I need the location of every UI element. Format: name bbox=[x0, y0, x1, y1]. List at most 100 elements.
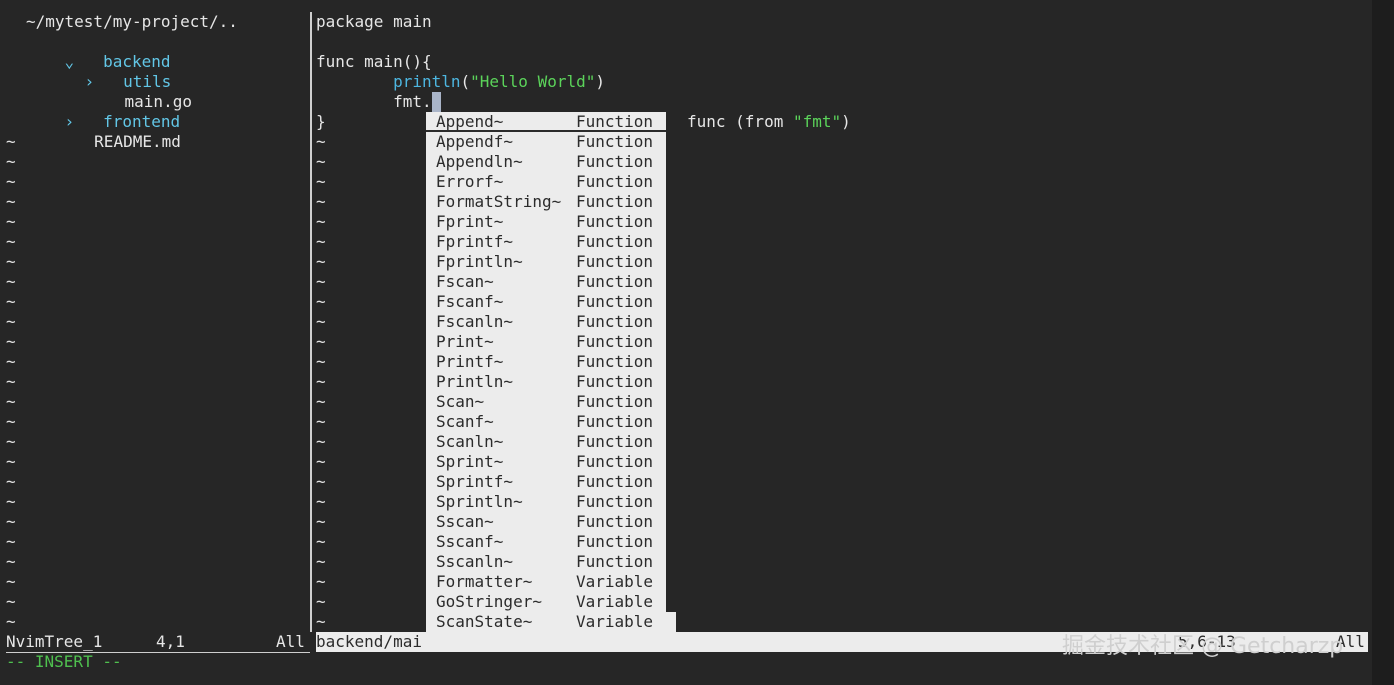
empty-line-marker: ~ bbox=[6, 472, 16, 491]
completion-item[interactable]: Fscanf~ Function bbox=[426, 292, 666, 312]
completion-item[interactable]: Fscan~ Function bbox=[426, 272, 666, 292]
empty-line-marker: ~ bbox=[316, 132, 326, 151]
completion-menu[interactable]: Append~ Function Appendf~ Function Appendln~… bbox=[426, 112, 676, 652]
completion-item[interactable]: Sscanln~ Function bbox=[426, 552, 666, 572]
fmt-text: fmt. bbox=[393, 92, 432, 111]
completion-item-name: Sscan~ bbox=[436, 512, 494, 531]
completion-item[interactable]: GoStringer~ Variable bbox=[426, 592, 666, 612]
completion-item-name: Sprintf~ bbox=[436, 472, 514, 491]
completion-item[interactable]: Sprintln~ Function bbox=[426, 492, 666, 512]
watermark: 掘金技术社区 @ Getcharzp bbox=[1062, 634, 1344, 659]
empty-line-marker: ~ bbox=[6, 532, 16, 551]
empty-line-marker: ~ bbox=[316, 592, 326, 611]
empty-line-marker: ~ bbox=[6, 452, 16, 471]
tree-item-backend[interactable]: ⌄ backend bbox=[26, 32, 171, 71]
empty-line-marker: ~ bbox=[6, 392, 16, 411]
completion-item[interactable]: Sscanf~ Function bbox=[426, 532, 666, 552]
completion-item[interactable]: Errorf~ Function bbox=[426, 172, 666, 192]
completion-item[interactable]: Printf~ Function bbox=[426, 352, 666, 372]
empty-line-marker: ~ bbox=[6, 132, 16, 151]
cursor-position: 4,1 bbox=[156, 632, 185, 651]
empty-line-marker: ~ bbox=[316, 252, 326, 271]
code-line-6: } bbox=[316, 112, 326, 131]
completion-item[interactable]: FormatString~ Function bbox=[426, 192, 666, 212]
tree-item-readme[interactable]: README.md bbox=[46, 112, 181, 151]
empty-line-marker: ~ bbox=[6, 512, 16, 531]
completion-item-kind: Function bbox=[576, 532, 654, 551]
tree-root-path[interactable]: ~/mytest/my-project/.. bbox=[26, 12, 238, 32]
completion-item[interactable]: Scanf~ Function bbox=[426, 412, 666, 432]
tree-statusline: NvimTree_1 4,1 All bbox=[6, 632, 310, 653]
completion-item[interactable]: Fprintln~ Function bbox=[426, 252, 666, 272]
completion-item-name: Errorf~ bbox=[436, 172, 504, 191]
empty-line-marker: ~ bbox=[316, 512, 326, 531]
empty-line-marker: ~ bbox=[316, 152, 326, 171]
empty-line-marker: ~ bbox=[6, 272, 16, 291]
completion-item[interactable]: ScanState~ Variable bbox=[426, 612, 676, 632]
empty-line-marker: ~ bbox=[6, 552, 16, 571]
completion-item[interactable]: Scan~ Function bbox=[426, 392, 666, 412]
empty-line-marker: ~ bbox=[6, 372, 16, 391]
completion-item-kind: Function bbox=[576, 192, 654, 211]
empty-line-marker: ~ bbox=[316, 312, 326, 331]
completion-item[interactable]: Appendf~ Function bbox=[426, 132, 666, 152]
empty-line-marker: ~ bbox=[316, 472, 326, 491]
empty-line-marker: ~ bbox=[6, 252, 16, 271]
completion-item-name: Sscanln~ bbox=[436, 552, 514, 571]
completion-item[interactable]: Sscan~ Function bbox=[426, 512, 666, 532]
empty-line-marker: ~ bbox=[316, 172, 326, 191]
tree-item-main-go[interactable]: main.go bbox=[86, 72, 192, 111]
completion-item-name: Appendln~ bbox=[436, 152, 523, 171]
completion-item[interactable]: Formatter~ Variable bbox=[426, 572, 666, 592]
empty-line-marker: ~ bbox=[316, 232, 326, 251]
completion-item-kind: Function bbox=[576, 512, 654, 531]
completion-item-name: Println~ bbox=[436, 372, 514, 391]
file-path: backend/mai bbox=[316, 632, 422, 651]
completion-item-name: Formatter~ bbox=[436, 572, 533, 591]
mode-indicator: -- INSERT -- bbox=[6, 652, 122, 671]
completion-item-kind: Function bbox=[576, 452, 654, 471]
completion-item-name: Appendf~ bbox=[436, 132, 514, 151]
window-separator[interactable] bbox=[310, 12, 312, 632]
empty-line-marker: ~ bbox=[316, 492, 326, 511]
completion-item-name: ScanState~ bbox=[436, 612, 533, 631]
empty-line-marker: ~ bbox=[6, 592, 16, 611]
code-line-5: fmt. bbox=[316, 92, 441, 112]
text-cursor bbox=[431, 92, 441, 112]
completion-item[interactable]: Fprintf~ Function bbox=[426, 232, 666, 252]
completion-item[interactable]: Println~ Function bbox=[426, 372, 666, 392]
string-literal: "Hello World" bbox=[470, 72, 596, 91]
tree-item-frontend[interactable]: › frontend bbox=[26, 92, 181, 131]
completion-item[interactable]: Scanln~ Function bbox=[426, 432, 666, 452]
completion-item[interactable]: Append~ Function bbox=[426, 112, 666, 132]
completion-item-name: Sscanf~ bbox=[436, 532, 504, 551]
completion-item[interactable]: Fscanln~ Function bbox=[426, 312, 666, 332]
empty-line-marker: ~ bbox=[316, 552, 326, 571]
completion-item-kind: Function bbox=[576, 152, 654, 171]
empty-line-marker: ~ bbox=[6, 572, 16, 591]
completion-item[interactable]: Print~ Function bbox=[426, 332, 666, 352]
completion-item[interactable]: Fprint~ Function bbox=[426, 212, 666, 232]
empty-line-marker: ~ bbox=[316, 532, 326, 551]
println-call: println bbox=[393, 72, 461, 91]
tree-item-utils[interactable]: › utils bbox=[46, 52, 172, 91]
completion-item-name: Fscanln~ bbox=[436, 312, 514, 331]
empty-line-marker: ~ bbox=[6, 432, 16, 451]
empty-line-marker: ~ bbox=[6, 352, 16, 371]
completion-item-kind: Function bbox=[576, 172, 654, 191]
empty-line-marker: ~ bbox=[6, 232, 16, 251]
completion-item[interactable]: Sprint~ Function bbox=[426, 452, 666, 472]
code-line-4: println("Hello World") bbox=[393, 72, 606, 91]
completion-item-kind: Function bbox=[576, 212, 654, 231]
empty-line-marker: ~ bbox=[316, 612, 326, 631]
completion-item-name: Fprintln~ bbox=[436, 252, 523, 271]
empty-line-marker: ~ bbox=[6, 212, 16, 231]
code-line-1: package main bbox=[316, 12, 432, 31]
completion-item[interactable]: Appendln~ Function bbox=[426, 152, 666, 172]
completion-item-kind: Function bbox=[576, 312, 654, 331]
completion-item[interactable]: Sprintf~ Function bbox=[426, 472, 666, 492]
completion-item-kind: Function bbox=[576, 392, 654, 411]
tree-item-label: README.md bbox=[94, 132, 181, 151]
completion-item-name: Printf~ bbox=[436, 352, 504, 371]
empty-line-marker: ~ bbox=[6, 292, 16, 311]
